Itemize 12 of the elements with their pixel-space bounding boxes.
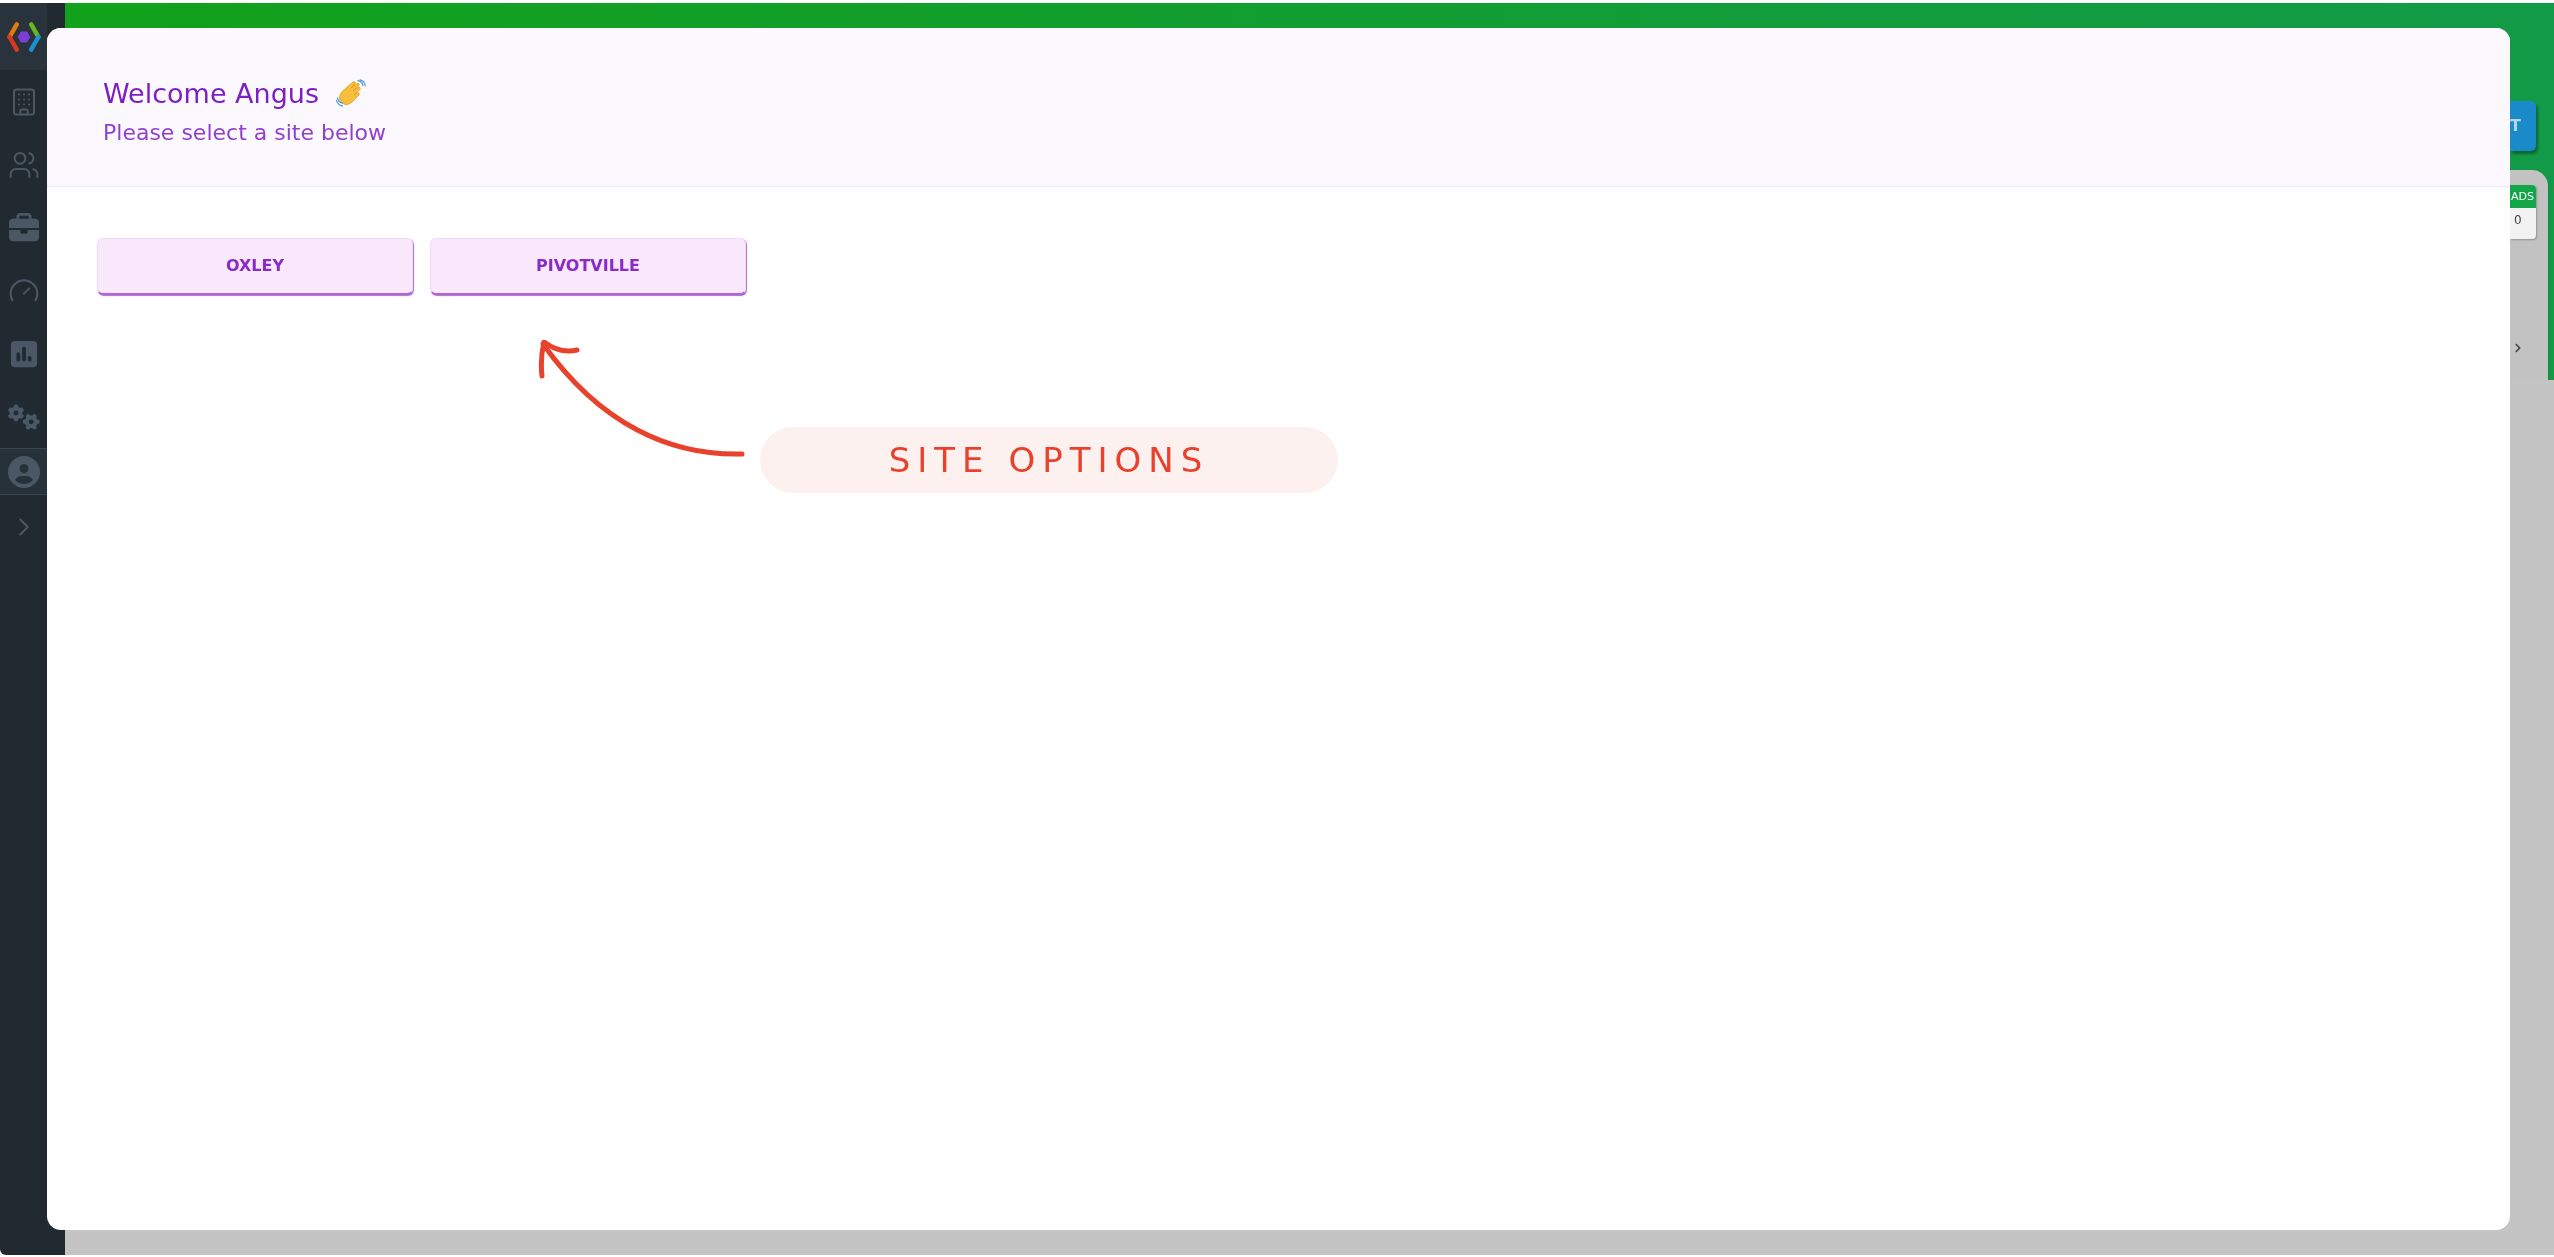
profile-row[interactable] <box>0 448 47 495</box>
dialog-subtitle: Please select a site below <box>103 119 386 147</box>
bar-chart-icon[interactable] <box>8 338 39 369</box>
site-button[interactable]: PIVOTVILLE <box>430 238 746 295</box>
waving-hand-icon <box>336 79 366 109</box>
dialog-title: Welcome Angus <box>103 78 319 110</box>
site-button[interactable]: OXLEY <box>97 238 413 295</box>
status-badge: ADS <box>2510 185 2536 208</box>
count-value: 0 <box>2513 212 2523 228</box>
briefcase-icon[interactable] <box>8 212 39 243</box>
user-avatar-icon[interactable] <box>7 455 40 488</box>
annotation-label: SITE OPTIONS <box>760 427 1338 493</box>
